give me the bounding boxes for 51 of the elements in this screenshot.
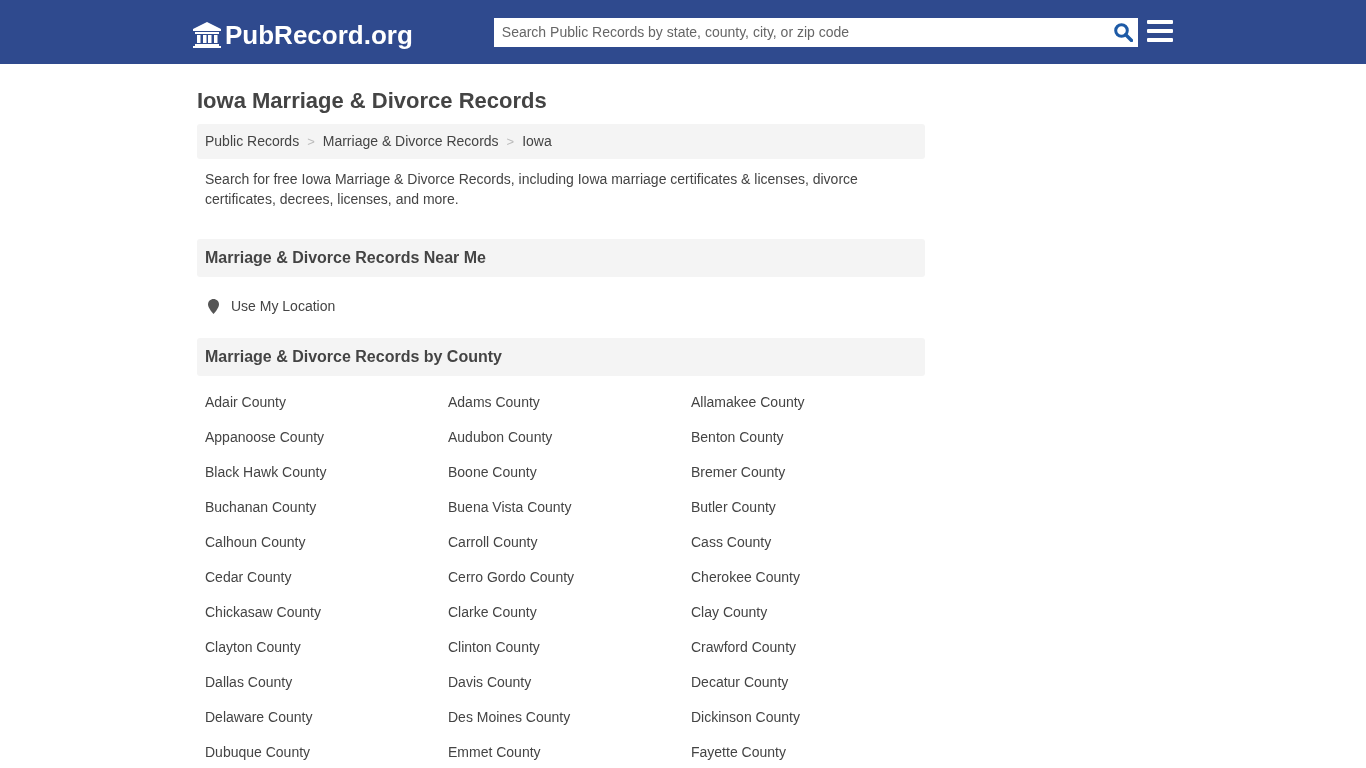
county-link[interactable]: Cedar County: [205, 568, 292, 585]
county-link[interactable]: Clay County: [691, 603, 768, 620]
county-link[interactable]: Fayette County: [691, 743, 786, 760]
section-heading: Marriage & Divorce Records Near Me: [197, 239, 925, 277]
county-link[interactable]: Dubuque County: [205, 743, 311, 760]
county-link[interactable]: Black Hawk County: [205, 463, 327, 480]
county-link[interactable]: Boone County: [448, 463, 537, 480]
county-link[interactable]: Clinton County: [448, 638, 540, 655]
breadcrumb-separator: >: [307, 132, 315, 151]
county-link[interactable]: Adams County: [448, 393, 540, 410]
county-link[interactable]: Bremer County: [691, 463, 786, 480]
county-link[interactable]: Benton County: [691, 428, 784, 445]
county-link[interactable]: Decatur County: [691, 673, 789, 690]
county-link[interactable]: Calhoun County: [205, 533, 306, 550]
breadcrumb-link[interactable]: Marriage & Divorce Records: [322, 131, 499, 152]
building-columns-icon: [193, 21, 221, 48]
breadcrumb-separator: >: [506, 132, 515, 151]
menu-button[interactable]: [1147, 19, 1173, 42]
page-title: Iowa Marriage & Divorce Records: [197, 88, 548, 114]
section-heading: Marriage & Divorce Records by County: [197, 338, 925, 376]
county-link[interactable]: Chickasaw County: [205, 603, 321, 620]
county-link[interactable]: Des Moines County: [448, 708, 571, 725]
county-link[interactable]: Cass County: [691, 533, 772, 550]
county-link[interactable]: Clarke County: [448, 603, 537, 620]
county-link[interactable]: Adair County: [205, 393, 286, 410]
county-link[interactable]: Buchanan County: [205, 498, 317, 515]
search-field[interactable]: Search Public Records by state, county, city, or zip code: [493, 17, 1108, 47]
county-link[interactable]: Butler County: [691, 498, 776, 515]
county-link[interactable]: Dallas County: [205, 673, 293, 690]
county-link[interactable]: Buena Vista County: [448, 498, 572, 515]
menu-icon: [1147, 19, 1173, 42]
county-link[interactable]: Davis County: [448, 673, 532, 690]
county-link[interactable]: Crawford County: [691, 638, 797, 655]
intro-text: Search for free Iowa Marriage & Divorce Records, including Iowa marriage certificates & licenses, divorce certificates, decrees, licenses, and more.: [204, 170, 859, 209]
search-icon: [1113, 22, 1133, 42]
search-button[interactable]: [1108, 17, 1138, 47]
county-link[interactable]: Carroll County: [448, 533, 538, 550]
county-link[interactable]: Emmet County: [448, 743, 541, 760]
county-link[interactable]: Audubon County: [448, 428, 553, 445]
use-location-link[interactable]: Use My Location: [208, 296, 336, 317]
county-link[interactable]: Appanoose County: [205, 428, 325, 445]
county-link[interactable]: Delaware County: [205, 708, 313, 725]
county-link[interactable]: Cherokee County: [691, 568, 800, 585]
county-link[interactable]: Dickinson County: [691, 708, 800, 725]
map-pin-icon: [208, 299, 219, 314]
site-logo[interactable]: PubRecord.org: [193, 21, 413, 48]
county-link[interactable]: Clayton County: [205, 638, 301, 655]
breadcrumb-link[interactable]: Iowa: [522, 131, 552, 152]
county-link[interactable]: Allamakee County: [691, 393, 805, 410]
county-link[interactable]: Cerro Gordo County: [448, 568, 575, 585]
breadcrumb-link[interactable]: Public Records: [205, 131, 300, 152]
